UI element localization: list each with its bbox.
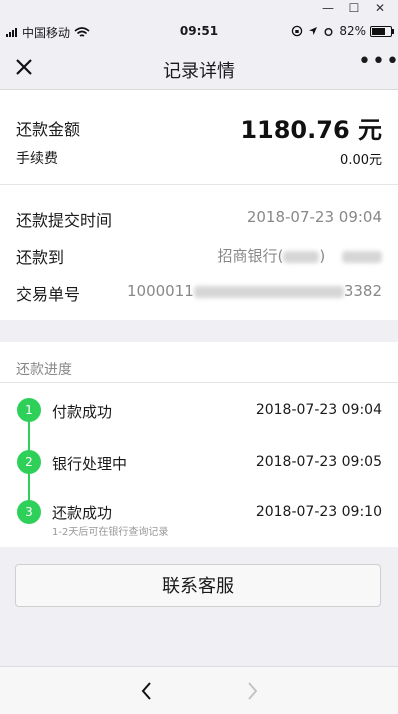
step-2-time: 2018-07-23 09:05 (255, 454, 382, 470)
minimize-button[interactable]: — (316, 0, 340, 17)
page-title: 记录详情 (163, 61, 235, 82)
redacted-card-number (283, 250, 320, 263)
navigation-bar: 记录详情 ••• (0, 45, 398, 90)
lock-rotation-icon (292, 25, 303, 37)
order-number-label: 交易单号 (16, 285, 81, 304)
bottom-navigation-bar (0, 666, 398, 714)
redacted-name (342, 250, 382, 263)
progress-title: 还款进度 (16, 362, 72, 378)
details-card: 还款提交时间 2018-07-23 09:04 还款到 招商银行() 交易单号 … (0, 185, 398, 320)
repay-to-value: 招商银行() (217, 245, 382, 266)
step-1-indicator: 1 (17, 398, 41, 422)
redacted-order-digits (193, 285, 344, 298)
battery-icon (370, 25, 394, 37)
amount-label: 还款金额 (16, 120, 81, 139)
order-number-value: 1000011 3382 (127, 282, 382, 300)
step-2-label: 银行处理中 (52, 455, 128, 473)
fee-value: 0.00元 (340, 153, 382, 168)
step-1-label: 付款成功 (52, 403, 113, 421)
progress-card: 还款进度 1 付款成功 2018-07-23 09:04 2 银行处理中 201… (0, 342, 398, 547)
submit-time-value: 2018-07-23 09:04 (246, 208, 382, 226)
step-3-time: 2018-07-23 09:10 (255, 504, 382, 520)
step-1-time: 2018-07-23 09:04 (255, 402, 382, 418)
step-2-indicator: 2 (17, 450, 41, 474)
forward-arrow-icon[interactable] (242, 679, 262, 703)
battery-percent: 82% (339, 24, 366, 38)
close-window-button[interactable]: ✕ (368, 0, 392, 17)
step-3-indicator: 3 (17, 500, 41, 524)
submit-time-label: 还款提交时间 (16, 211, 113, 230)
fee-label: 手续费 (16, 151, 58, 167)
more-options-button[interactable]: ••• (358, 51, 398, 77)
status-bar: 中国移动 09:51 82% (0, 17, 398, 45)
contact-support-button[interactable]: 联系客服 (15, 564, 381, 607)
amount-value: 1180.76 元 (240, 116, 382, 144)
step-3-label: 还款成功 (52, 504, 113, 522)
window-titlebar: — ☐ ✕ (0, 0, 398, 17)
maximize-button[interactable]: ☐ (342, 0, 366, 17)
back-arrow-icon[interactable] (137, 679, 157, 703)
repay-to-label: 还款到 (16, 248, 65, 267)
step-3-note: 1-2天后可在银行查询记录 (52, 527, 169, 538)
location-icon (309, 27, 318, 35)
alarm-icon (324, 27, 333, 36)
divider (0, 382, 398, 383)
bank-name: 招商银行( (217, 247, 284, 265)
amount-card: 还款金额 1180.76 元 手续费 0.00元 (0, 90, 398, 184)
